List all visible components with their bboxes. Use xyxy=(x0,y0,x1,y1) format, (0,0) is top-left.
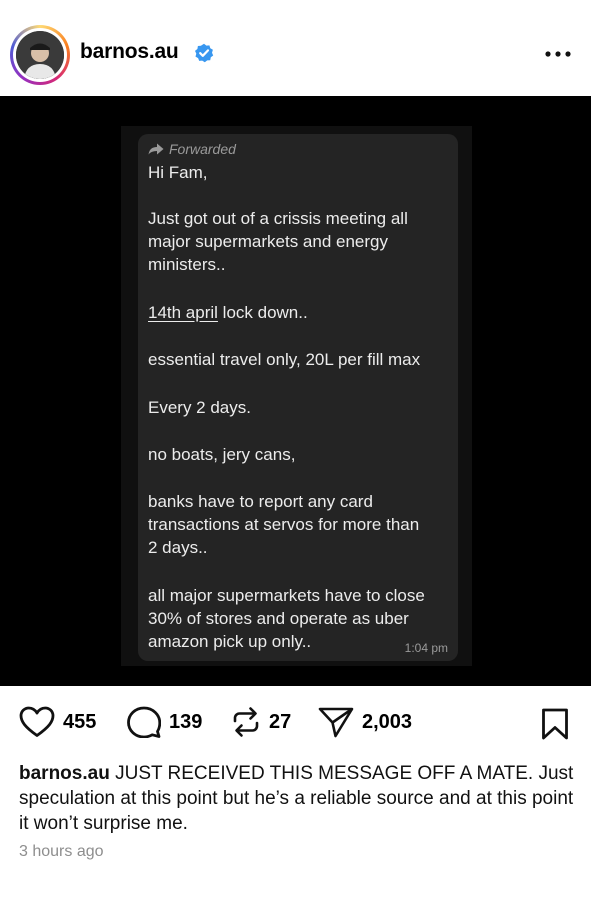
date-link[interactable]: 14th april xyxy=(148,303,218,322)
username[interactable]: barnos.au xyxy=(80,40,179,64)
repost-icon[interactable] xyxy=(231,706,261,738)
message-line: Just got out of a crissis meeting all xyxy=(148,209,408,228)
message-line: transactions at servos for more than xyxy=(148,515,420,534)
like-count: 455 xyxy=(63,710,97,733)
message-line: 2 days.. xyxy=(148,538,208,557)
caption-username[interactable]: barnos.au xyxy=(19,763,110,784)
message-timestamp: 1:04 pm xyxy=(404,641,448,655)
message-line: essential travel only, 20L per fill max xyxy=(148,350,421,369)
more-horizontal-icon[interactable] xyxy=(544,47,572,61)
message-line: no boats, jery cans, xyxy=(148,445,296,464)
message-line: Hi Fam, xyxy=(148,163,208,182)
message-line: 14th april lock down.. xyxy=(148,303,308,322)
message-line: banks have to report any card xyxy=(148,492,373,511)
forwarded-label: Forwarded xyxy=(148,141,236,157)
forward-arrow-icon xyxy=(148,143,164,155)
message-line: amazon pick up only.. xyxy=(148,632,312,651)
message-line: 30% of stores and operate as uber xyxy=(148,609,409,628)
comment-count: 139 xyxy=(169,710,203,733)
story-ring[interactable] xyxy=(10,25,70,85)
like-action[interactable]: 455 xyxy=(19,706,96,738)
share-action[interactable]: 2,003 xyxy=(318,706,412,738)
comment-icon[interactable] xyxy=(127,706,161,738)
comment-action[interactable]: 139 xyxy=(127,706,202,738)
heart-icon[interactable] xyxy=(19,706,55,738)
action-bar: 455 139 27 2,003 xyxy=(0,700,591,746)
message-line: ministers.. xyxy=(148,255,226,274)
post-header: barnos.au xyxy=(0,0,591,96)
chat-screenshot: Forwarded Hi Fam, Just got out of a cris… xyxy=(121,126,472,666)
message-line: major supermarkets and energy xyxy=(148,232,389,251)
share-count: 2,003 xyxy=(362,710,413,733)
post-timestamp[interactable]: 3 hours ago xyxy=(19,843,104,861)
post-media[interactable]: Forwarded Hi Fam, Just got out of a cris… xyxy=(0,96,591,686)
post-caption: barnos.au JUST RECEIVED THIS MESSAGE OFF… xyxy=(19,761,575,836)
message-line: Every 2 days. xyxy=(148,398,251,417)
repost-count: 27 xyxy=(269,710,292,733)
verified-badge-icon xyxy=(195,43,214,63)
avatar[interactable] xyxy=(16,31,64,79)
repost-action[interactable]: 27 xyxy=(231,706,291,738)
bookmark-icon[interactable] xyxy=(541,708,569,740)
message-bubble: Forwarded Hi Fam, Just got out of a cris… xyxy=(138,134,458,661)
send-icon[interactable] xyxy=(318,706,354,738)
message-line: all major supermarkets have to close xyxy=(148,586,425,605)
